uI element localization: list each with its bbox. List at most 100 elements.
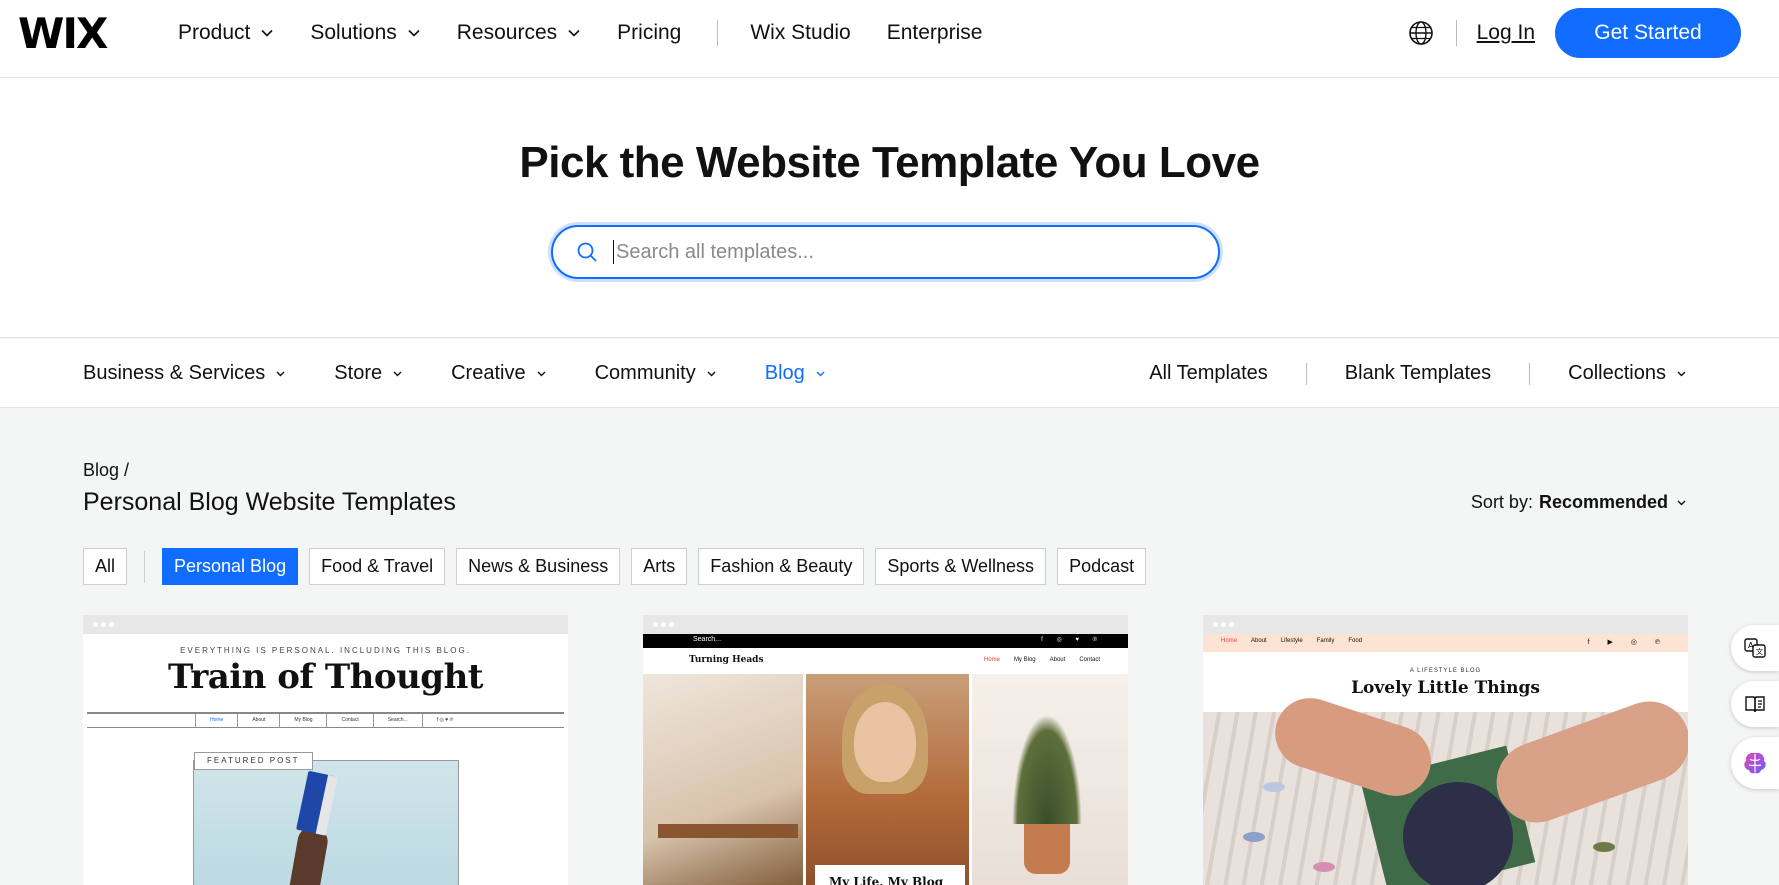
nav-resources[interactable]: Resources — [457, 21, 581, 45]
browser-bar — [1203, 615, 1688, 634]
nav-pricing-label: Pricing — [617, 21, 682, 44]
category-store[interactable]: Store — [334, 362, 403, 385]
filter-sports-wellness[interactable]: Sports & Wellness — [875, 548, 1047, 585]
template-nav-item: About — [1251, 638, 1267, 644]
subcategory-filters: All Personal Blog Food & Travel News & B… — [83, 548, 1157, 585]
template-header: Turning Heads Home My Blog About Contact — [643, 648, 1128, 674]
template-tagline: EVERYTHING IS PERSONAL. INCLUDING THIS B… — [180, 646, 471, 655]
text-caret — [613, 240, 614, 264]
nav-product[interactable]: Product — [178, 21, 274, 45]
template-preview-image — [1203, 688, 1688, 885]
template-card-lovely-little-things[interactable]: Home About Lifestyle Family Food f ▶ ◎ ℗… — [1203, 615, 1688, 885]
template-card-turning-heads[interactable]: Search... f ◎ ♥ ℗ Turning Heads Home My … — [643, 615, 1128, 885]
all-templates-label: All Templates — [1149, 362, 1268, 384]
category-blog[interactable]: Blog — [765, 362, 826, 385]
chevron-down-icon — [537, 371, 546, 377]
filter-fashion-beauty[interactable]: Fashion & Beauty — [698, 548, 865, 585]
chevron-down-icon — [408, 29, 420, 37]
filter-arts[interactable]: Arts — [631, 548, 688, 585]
template-nav: Home About Lifestyle Family Food — [1221, 638, 1376, 644]
svg-text:文: 文 — [1756, 647, 1763, 656]
page-heading: Pick the Website Template You Love — [519, 138, 1260, 187]
desk-shape — [658, 824, 798, 838]
template-card-train-of-thought[interactable]: EVERYTHING IS PERSONAL. INCLUDING THIS B… — [83, 615, 568, 885]
collections-dropdown[interactable]: Collections — [1568, 362, 1687, 385]
filter-all[interactable]: All — [83, 548, 128, 585]
filter-food-travel[interactable]: Food & Travel — [309, 548, 446, 585]
template-nav-item: Home — [1221, 638, 1238, 644]
ai-assistant-button[interactable] — [1731, 737, 1779, 789]
main-nav: Product Solutions Resources Pricing Wix … — [178, 0, 1018, 66]
all-templates-link[interactable]: All Templates — [1149, 362, 1268, 385]
hand-shape — [1485, 690, 1688, 834]
wix-logo[interactable]: WIX — [18, 13, 108, 55]
browser-bar — [643, 615, 1128, 634]
template-photo-plant — [972, 674, 1128, 885]
nav-pricing[interactable]: Pricing — [617, 21, 681, 45]
filter-personal-blog[interactable]: Personal Blog — [162, 548, 299, 585]
account-divider — [1455, 20, 1457, 46]
template-nav: Home My Blog About Contact — [970, 657, 1100, 663]
category-bar: Business & Services Store Creative Commu… — [0, 339, 1779, 408]
book-shape — [296, 770, 336, 836]
template-topbar: Home About Lifestyle Family Food f ▶ ◎ ℗ — [1203, 634, 1688, 652]
link-divider — [1305, 362, 1307, 385]
template-nav-item: Home — [195, 714, 237, 728]
filter-news-business[interactable]: News & Business — [456, 548, 621, 585]
collections-label: Collections — [1568, 362, 1666, 384]
search-input[interactable] — [616, 240, 1196, 264]
leaf-shape — [1593, 842, 1615, 852]
globe-icon[interactable] — [1408, 20, 1434, 46]
category-creative[interactable]: Creative — [451, 362, 546, 385]
reader-icon — [1745, 696, 1765, 713]
dark-circle-shape — [1403, 782, 1513, 885]
chevron-down-icon — [816, 371, 825, 377]
account-nav: Log In Get Started — [1408, 8, 1741, 58]
template-search: Search... — [693, 636, 722, 643]
template-title: Lovely Little Things — [1351, 678, 1540, 698]
browser-bar — [83, 615, 568, 634]
template-nav-item: My Blog — [1013, 657, 1036, 663]
leaf-shape — [1313, 862, 1335, 872]
category-business-services[interactable]: Business & Services — [83, 362, 286, 385]
template-nav: Home About My Blog Contact Search... f ◎… — [87, 712, 564, 728]
reader-button[interactable] — [1731, 681, 1779, 727]
login-link[interactable]: Log In — [1477, 21, 1535, 45]
breadcrumb[interactable]: Blog / — [83, 460, 129, 481]
category-tabs: Business & Services Store Creative Commu… — [83, 339, 874, 408]
template-caption: My Life, My Blog — [815, 865, 965, 885]
template-photo-desk — [643, 674, 803, 885]
filter-divider — [144, 550, 146, 583]
svg-text:A: A — [1748, 641, 1754, 650]
chevron-down-icon — [1677, 371, 1686, 377]
nav-wix-studio[interactable]: Wix Studio — [750, 21, 850, 45]
template-search-box[interactable] — [551, 225, 1220, 279]
nav-product-label: Product — [178, 21, 251, 44]
nav-enterprise[interactable]: Enterprise — [887, 21, 983, 45]
floating-tools: A 文 — [1723, 625, 1779, 799]
nav-enterprise-label: Enterprise — [886, 21, 983, 44]
template-brand: Turning Heads — [689, 655, 764, 665]
template-nav-item: Contact — [1079, 657, 1100, 663]
blank-templates-link[interactable]: Blank Templates — [1345, 362, 1491, 385]
translate-icon: A 文 — [1744, 638, 1766, 658]
template-tagline: A LIFESTYLE BLOG — [1409, 668, 1482, 674]
template-nav-item: Home — [983, 657, 1000, 663]
template-social-icons: f ▶ ◎ ℗ — [1587, 639, 1668, 646]
template-nav-item: Lifestyle — [1280, 638, 1303, 644]
leaf-shape — [1243, 832, 1265, 842]
nav-solutions[interactable]: Solutions — [310, 21, 420, 45]
pot-shape — [1024, 824, 1070, 874]
category-community[interactable]: Community — [595, 362, 717, 385]
featured-post-label: FEATURED POST — [194, 752, 313, 770]
filter-podcast[interactable]: Podcast — [1057, 548, 1147, 585]
chevron-down-icon — [261, 29, 273, 37]
template-photo-portrait — [806, 674, 969, 885]
nav-wix-studio-label: Wix Studio — [750, 21, 851, 44]
section-title: Personal Blog Website Templates — [83, 488, 456, 516]
get-started-button[interactable]: Get Started — [1555, 8, 1741, 58]
sort-dropdown[interactable]: Sort by: Recommended — [1471, 492, 1687, 513]
hero-section: Pick the Website Template You Love — [0, 78, 1779, 338]
plant-shape — [1012, 714, 1082, 824]
translate-button[interactable]: A 文 — [1731, 625, 1779, 671]
